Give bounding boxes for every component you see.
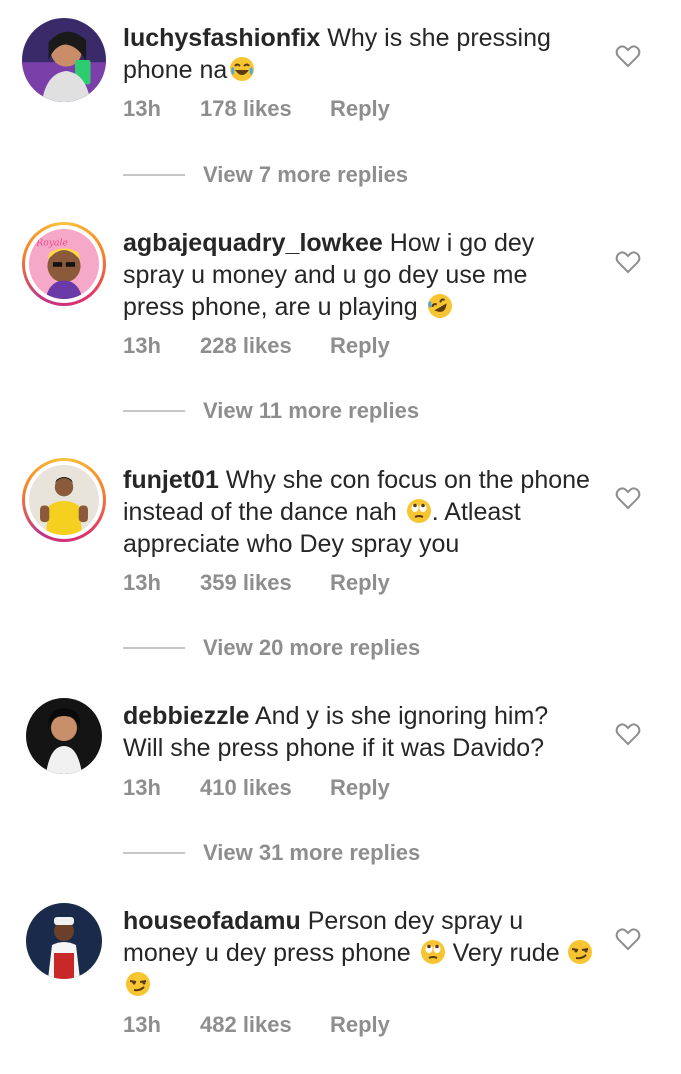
profile-photo-woman xyxy=(22,18,106,102)
comment-time: 13h xyxy=(123,333,161,358)
divider xyxy=(123,852,185,854)
avatar[interactable]: Royale xyxy=(22,222,106,306)
profile-photo-woman-dark xyxy=(26,698,102,774)
avatar[interactable] xyxy=(22,694,106,778)
heart-outline-icon[interactable] xyxy=(615,250,641,274)
profile-photo-cartoon: Royale xyxy=(29,229,99,299)
divider xyxy=(123,174,185,176)
view-replies-button[interactable]: View 20 more replies xyxy=(123,635,420,661)
comment-username[interactable]: funjet01 xyxy=(123,466,219,494)
comment-meta: 13h 178 likes Reply xyxy=(123,96,390,122)
comment-meta: 13h 482 likes Reply xyxy=(123,1012,390,1038)
divider xyxy=(123,647,185,649)
comment-time: 13h xyxy=(123,775,161,800)
svg-text:Royale: Royale xyxy=(35,238,68,249)
view-replies-button[interactable]: View 11 more replies xyxy=(123,398,419,424)
reply-button[interactable]: Reply xyxy=(330,570,390,596)
comment-username[interactable]: luchysfashionfix xyxy=(123,24,320,52)
face-with-rolling-eyes-icon xyxy=(420,939,446,965)
rolling-on-the-floor-laughing-icon xyxy=(427,293,453,319)
view-replies-button[interactable]: View 7 more replies xyxy=(123,162,408,188)
view-replies-button[interactable]: View 31 more replies xyxy=(123,840,420,866)
smirking-face-icon xyxy=(567,939,593,965)
divider xyxy=(123,410,185,412)
comment-likes[interactable]: 410 likes xyxy=(200,775,330,801)
view-replies-label: View 7 more replies xyxy=(203,162,409,187)
comment-time: 13h xyxy=(123,96,161,121)
smirking-face-icon xyxy=(125,971,151,997)
comment-time: 13h xyxy=(123,570,161,595)
comment-likes[interactable]: 178 likes xyxy=(200,96,330,122)
comment-body-tail: Very rude xyxy=(445,939,560,967)
reply-button[interactable]: Reply xyxy=(330,333,390,359)
comment-text: agbajequadry_lowkee How i go dey spray u… xyxy=(123,227,593,323)
comment-meta: 13h 359 likes Reply xyxy=(123,570,390,596)
comment-likes[interactable]: 359 likes xyxy=(200,570,330,596)
avatar[interactable] xyxy=(22,458,106,542)
comment-text: houseofadamu Person dey spray u money u … xyxy=(123,905,593,1001)
avatar[interactable] xyxy=(22,18,106,102)
heart-outline-icon[interactable] xyxy=(615,927,641,951)
comment-username[interactable]: houseofadamu xyxy=(123,907,301,935)
profile-photo-man-hat xyxy=(26,903,102,979)
comment-likes[interactable]: 228 likes xyxy=(200,333,330,359)
comment-likes[interactable]: 482 likes xyxy=(200,1012,330,1038)
profile-photo-woman-yellow xyxy=(29,465,99,535)
avatar[interactable] xyxy=(22,899,106,983)
view-replies-label: View 31 more replies xyxy=(203,840,421,865)
view-replies-label: View 20 more replies xyxy=(203,635,421,660)
comment-text: luchysfashionfix Why is she pressing pho… xyxy=(123,22,593,86)
comment-text: debbiezzle And y is she ignoring him? Wi… xyxy=(123,700,593,764)
reply-button[interactable]: Reply xyxy=(330,1012,390,1038)
comment-username[interactable]: debbiezzle xyxy=(123,702,249,730)
comment-username[interactable]: agbajequadry_lowkee xyxy=(123,229,383,257)
comment-text: funjet01 Why she con focus on the phone … xyxy=(123,464,593,560)
view-replies-label: View 11 more replies xyxy=(203,398,420,423)
comment-meta: 13h 228 likes Reply xyxy=(123,333,390,359)
comment-meta: 13h 410 likes Reply xyxy=(123,775,390,801)
reply-button[interactable]: Reply xyxy=(330,96,390,122)
reply-button[interactable]: Reply xyxy=(330,775,390,801)
face-with-tears-of-joy-icon xyxy=(229,56,255,82)
heart-outline-icon[interactable] xyxy=(615,486,641,510)
comment-time: 13h xyxy=(123,1012,161,1037)
heart-outline-icon[interactable] xyxy=(615,44,641,68)
face-with-rolling-eyes-icon xyxy=(406,498,432,524)
heart-outline-icon[interactable] xyxy=(615,722,641,746)
